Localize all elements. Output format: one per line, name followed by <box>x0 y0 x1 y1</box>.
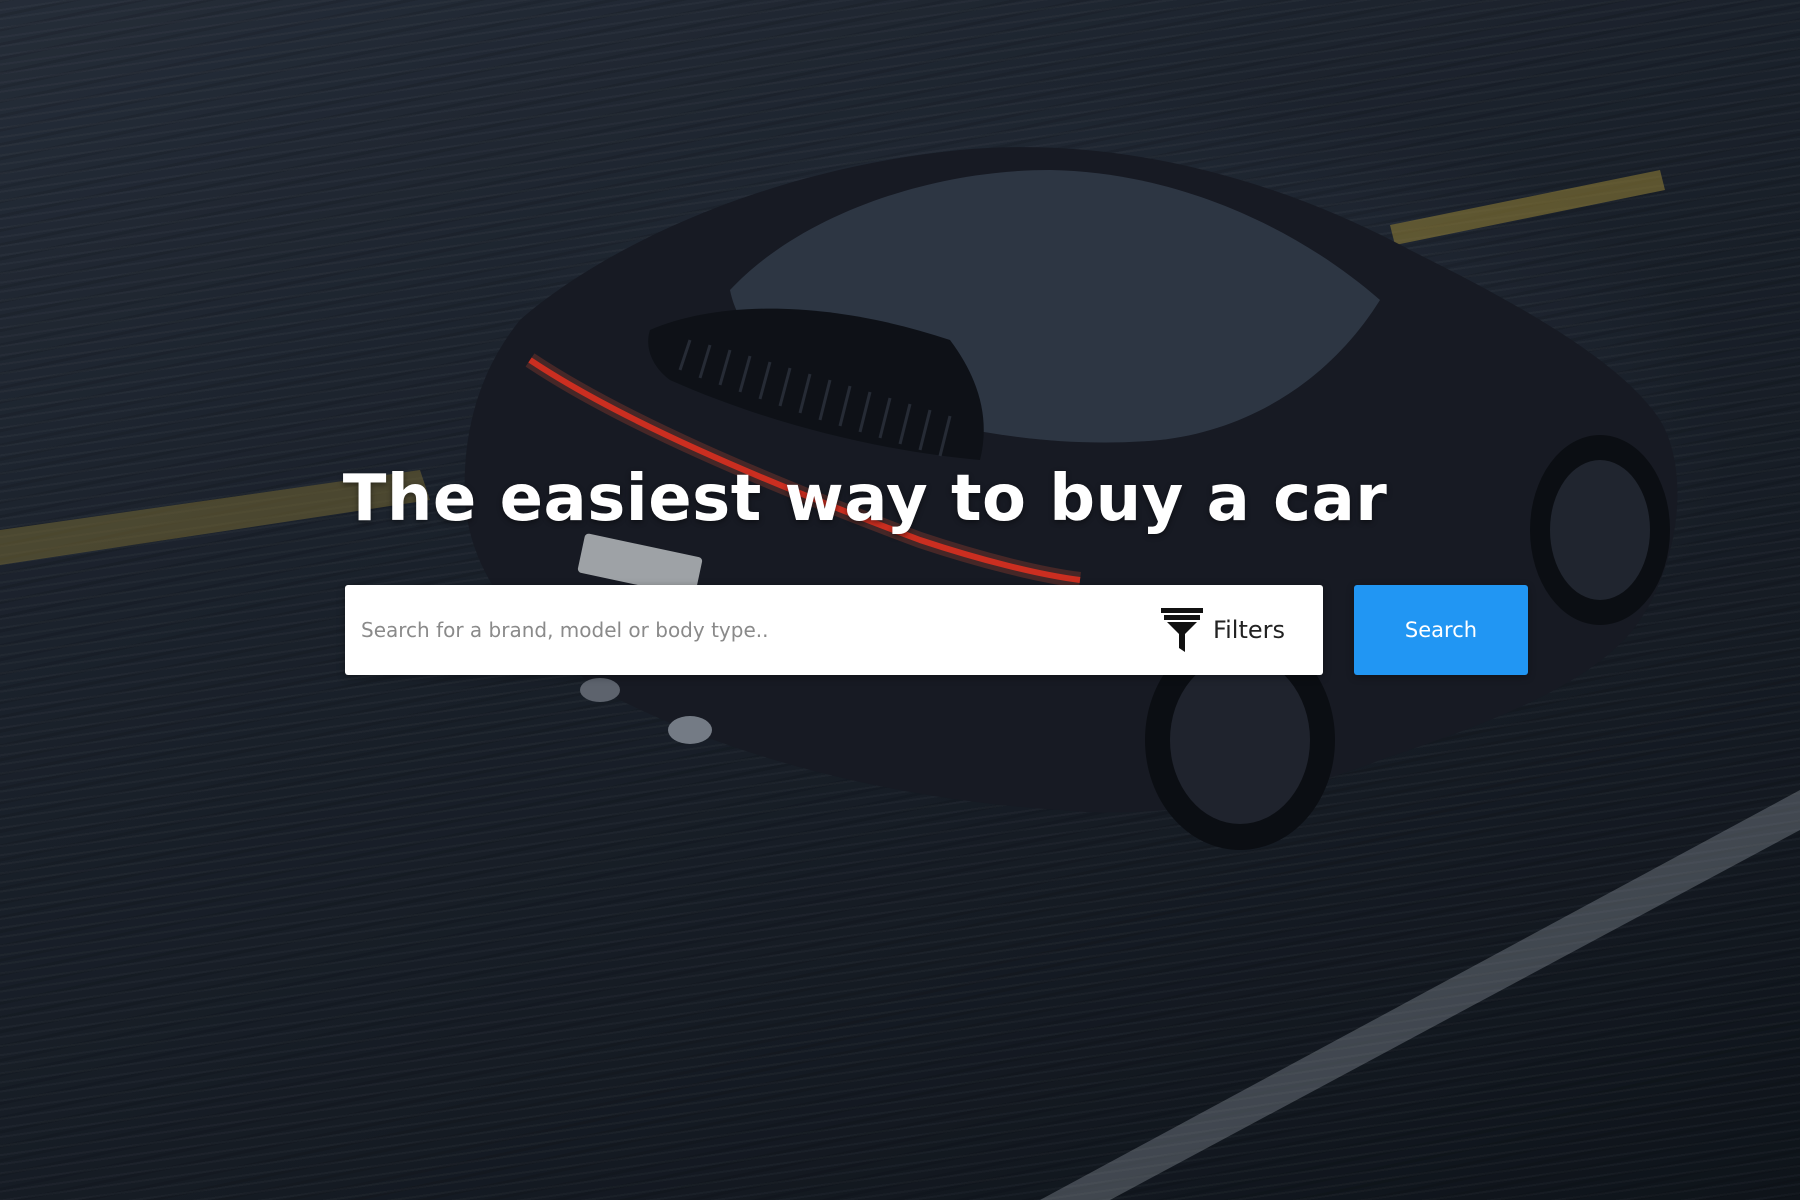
search-input[interactable] <box>345 585 1148 675</box>
search-box: Filters <box>345 585 1323 675</box>
hero-headline: The easiest way to buy a car <box>342 462 1388 536</box>
filters-button[interactable]: Filters <box>1147 585 1323 675</box>
hero-section: The easiest way to buy a car Filters Sea… <box>0 0 1800 1200</box>
search-button[interactable]: Search <box>1354 585 1528 675</box>
filters-label: Filters <box>1213 616 1285 644</box>
funnel-icon <box>1161 608 1204 652</box>
search-bar: Filters Search <box>345 585 1528 675</box>
